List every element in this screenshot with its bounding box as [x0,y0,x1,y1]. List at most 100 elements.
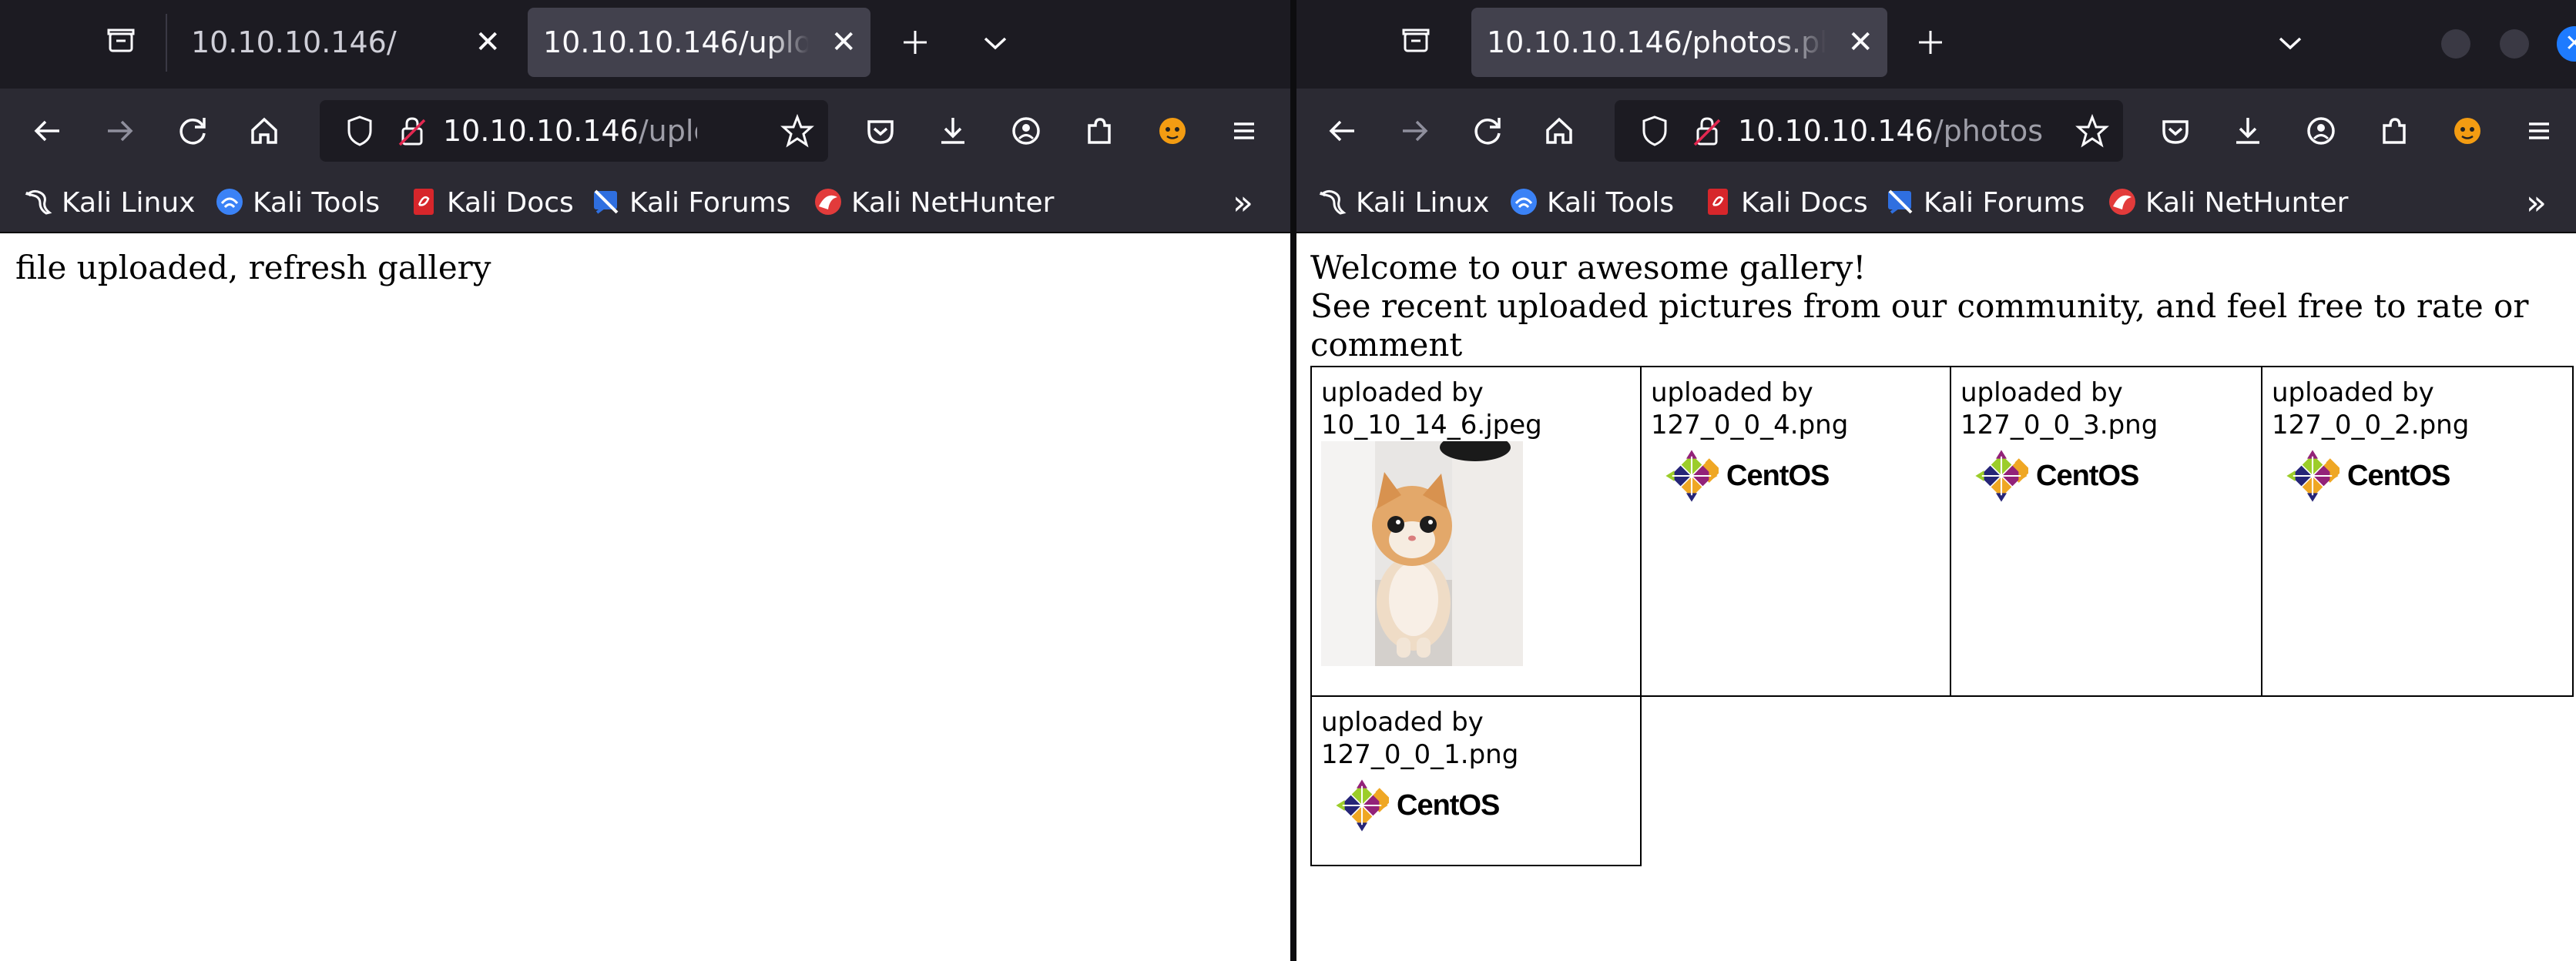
pocket-button[interactable] [846,96,915,166]
gallery-row: uploaded by 127_0_0_1.png CentOS [1310,695,2573,866]
reload-button[interactable] [1453,96,1522,166]
url-bar[interactable]: 10.10.10.146/photos.php [1615,100,2123,162]
new-tab-button[interactable] [880,8,950,77]
fox-extension-icon [1159,118,1186,144]
hamburger-menu-icon [2529,122,2549,139]
home-button[interactable] [1524,96,1594,166]
uploaded-filename: 127_0_0_3.png [1961,410,2158,440]
home-button[interactable] [230,96,299,166]
bookmark-kali-nethunter[interactable]: Kali NetHunter [813,181,1054,226]
url-text[interactable]: 10.10.10.146/photos.php [1738,100,2046,162]
insecure-lock-icon[interactable] [381,100,443,162]
bookmarks-overflow-button[interactable]: » [1233,181,1253,226]
navigation-toolbar: 10.10.10.146/photos.php [1296,89,2576,173]
new-tab-button[interactable] [1896,8,1965,77]
download-icon [2236,118,2259,144]
tab-active[interactable]: 10.10.10.146/upload.php ✕ [528,8,870,77]
insecure-lock-icon[interactable] [1676,100,1738,162]
fox-extension-icon [2454,118,2480,144]
list-all-tabs-button[interactable] [961,8,1030,77]
bookmark-kali-forums[interactable]: Kali Forums [591,181,790,226]
firefox-view-icon [107,28,135,52]
bookmark-kali-tools[interactable]: Kali Tools [1508,181,1674,226]
tab-inactive[interactable]: 10.10.10.146/ ✕ [176,8,515,77]
maximize-button[interactable] [2500,29,2529,59]
close-tab-icon[interactable]: ✕ [475,8,501,77]
gallery-intro: Welcome to our awesome gallery! See rece… [1310,249,2558,364]
bookmark-kali-docs[interactable]: Kali Docs [408,181,574,226]
tab-title: 10.10.10.146/upload.php [543,25,809,59]
gallery-table: uploaded by 10_10_14_6.jpeg uploaded by … [1310,366,2574,866]
url-bar[interactable]: 10.10.10.146/upload.php [320,100,828,162]
extensions-button[interactable] [2360,96,2429,166]
account-button[interactable] [2286,96,2356,166]
reload-button[interactable] [158,96,227,166]
uploader-caption: uploaded by [1321,707,1484,738]
close-window-button[interactable]: ✕ [2557,26,2576,62]
centos-logo: CentOS [1974,449,2252,511]
tab-title: 10.10.10.146/ [191,25,397,59]
minimize-button[interactable] [2441,29,2470,59]
puzzle-icon [1088,118,1111,144]
back-button[interactable] [13,96,82,166]
url-path: /upload.php [638,114,697,148]
bookmark-kali-tools[interactable]: Kali Tools [214,181,380,226]
close-tab-icon[interactable]: ✕ [830,8,857,77]
centos-logo-text: CentOS [2347,460,2450,492]
bookmark-star-icon[interactable] [766,100,828,162]
firefox-view-button[interactable] [86,8,156,77]
plus-icon [904,31,927,54]
forward-button[interactable] [85,96,154,166]
forward-button[interactable] [1380,96,1449,166]
kali-forums-icon [1885,186,1916,217]
list-all-tabs-button[interactable] [2256,8,2325,77]
centos-icon [1974,449,2028,503]
welcome-heading: Welcome to our awesome gallery! [1310,249,1867,286]
uploaded-filename: 127_0_0_1.png [1321,739,1519,770]
firefox-view-icon [1402,28,1430,52]
tab-strip: 10.10.10.146/ ✕ 10.10.10.146/upload.php … [0,0,1290,89]
bookmark-star-icon[interactable] [2061,100,2123,162]
centos-logo-text: CentOS [2036,460,2139,492]
url-host: 10.10.10.146 [1738,114,1934,148]
extensions-button[interactable] [1065,96,1134,166]
url-text[interactable]: 10.10.10.146/upload.php [443,100,697,162]
gallery-cell: uploaded by 127_0_0_3.png CentOS [1950,366,2262,697]
bookmarks-overflow-button[interactable]: » [2526,181,2547,226]
centos-icon [1335,779,1389,832]
centos-logo: CentOS [1335,779,1631,840]
uploader-caption: uploaded by [1321,377,1484,408]
plus-icon [1919,31,1942,54]
bookmark-kali-forums[interactable]: Kali Forums [1885,181,2085,226]
menu-button[interactable] [2504,96,2574,166]
extension-fox-button[interactable] [2433,96,2502,166]
firefox-view-button[interactable] [1381,8,1451,77]
uploader-caption: uploaded by [1961,377,2123,408]
pocket-button[interactable] [2141,96,2210,166]
url-path: /photos.php [1933,114,2046,148]
bookmark-kali-linux[interactable]: Kali Linux [23,181,195,226]
bookmark-kali-nethunter[interactable]: Kali NetHunter [2107,181,2348,226]
downloads-button[interactable] [918,96,988,166]
tab-title: 10.10.10.146/photos.php [1487,25,1826,59]
close-icon: ✕ [2564,30,2576,57]
tab-active[interactable]: 10.10.10.146/photos.php ✕ [1471,8,1887,77]
account-button[interactable] [991,96,1061,166]
extension-fox-button[interactable] [1138,96,1207,166]
bookmark-kali-docs[interactable]: Kali Docs [1702,181,1868,226]
centos-icon [1665,449,1719,503]
bookmark-kali-linux[interactable]: Kali Linux [1317,181,1489,226]
account-icon [1012,117,1040,145]
menu-button[interactable] [1209,96,1279,166]
centos-icon [2286,449,2340,503]
bookmark-label: Kali NetHunter [2145,187,2349,219]
back-button[interactable] [1308,96,1377,166]
home-icon [1546,117,1572,144]
gallery-cell: uploaded by 10_10_14_6.jpeg [1310,366,1642,697]
page-content: Welcome to our awesome gallery! See rece… [1296,235,2576,961]
window-divider[interactable] [1290,0,1296,961]
downloads-button[interactable] [2213,96,2283,166]
bookmark-label: Kali Tools [1547,187,1675,219]
bookmark-label: Kali Tools [253,187,381,219]
close-tab-icon[interactable]: ✕ [1847,8,1873,77]
